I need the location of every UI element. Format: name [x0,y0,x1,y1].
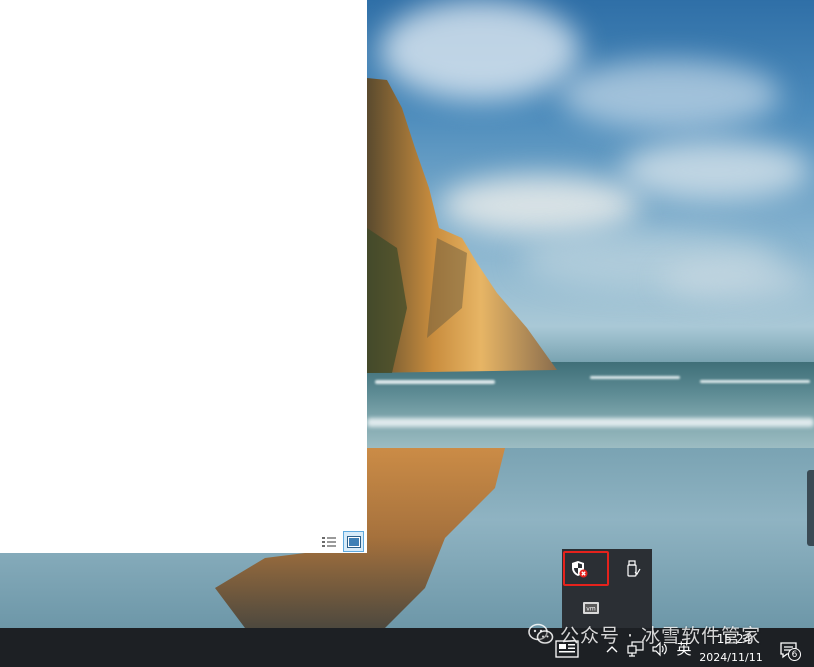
clock-date[interactable]: 2024/11/11 [696,651,766,664]
wave [375,380,495,384]
cloud [560,60,780,130]
wave [700,380,810,383]
wave [367,418,814,427]
svg-text:vm: vm [586,606,596,613]
vmware-tray-icon: vm [583,602,599,614]
details-view-icon [321,536,336,547]
vmware-tray-button[interactable]: vm [578,595,604,621]
usb-safely-remove-icon [627,560,641,577]
cliff-rock [367,78,557,373]
cloud [660,260,810,300]
notification-count-badge: 6 [788,648,801,661]
details-view-button[interactable] [318,531,339,552]
side-panel-handle[interactable] [807,470,814,546]
explorer-window-pane [0,0,367,553]
safely-remove-hardware-button[interactable] [620,556,646,582]
red-highlight-annotation [563,551,609,586]
watermark: 公众号 · 冰雪软件管家 [528,621,761,647]
large-icons-view-icon [346,535,361,548]
wave [590,376,680,379]
wechat-logo-icon [528,623,554,645]
large-icons-view-button[interactable] [343,531,364,552]
view-toggle [318,531,364,552]
sea [367,362,814,448]
cloud [620,140,810,200]
watermark-text: 公众号 · 冰雪软件管家 [560,624,762,647]
